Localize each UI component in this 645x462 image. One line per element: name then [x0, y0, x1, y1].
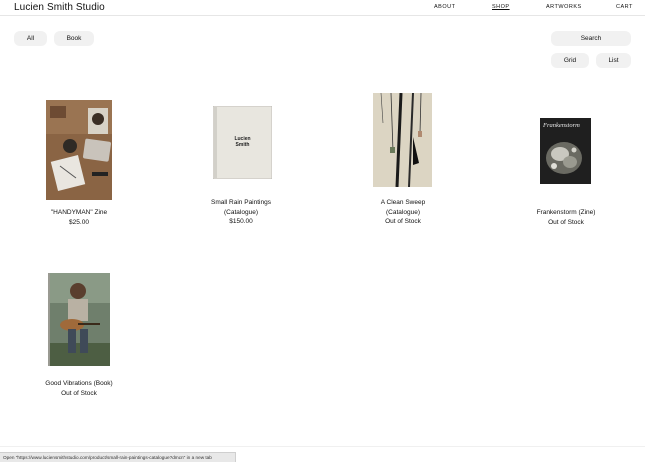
product-title: Small Rain Paintings [211, 199, 271, 206]
top-navigation-bar: Lucien Smith Studio ABOUT SHOP ARTWORKS … [0, 0, 645, 16]
handyman-zine-photo [46, 100, 112, 200]
a-clean-sweep-photo [373, 92, 432, 188]
product-title: Frankenstorm (Zine) [536, 209, 596, 216]
list-view-button[interactable]: List [596, 53, 631, 68]
product-info-good-vibrations[interactable]: Good Vibrations (Book) Out of Stock [14, 379, 144, 398]
footer-divider [0, 446, 645, 447]
product-image-handyman-zine[interactable] [46, 100, 112, 200]
search-button[interactable]: Search [551, 31, 631, 46]
good-vibrations-photo [48, 273, 110, 366]
filter-all-button[interactable]: All [14, 31, 47, 46]
product-image-a-clean-sweep[interactable] [373, 92, 432, 188]
product-price: $25.00 [69, 218, 89, 226]
product-image-small-rain-paintings[interactable]: Lucien Smith [212, 105, 273, 180]
product-status: Out of Stock [61, 389, 97, 397]
product-info-handyman[interactable]: "HANDYMAN" Zine $25.00 [14, 208, 144, 227]
nav-artworks[interactable]: ARTWORKS [546, 4, 582, 10]
product-subtitle: (Catalogue) [386, 208, 420, 216]
site-title[interactable]: Lucien Smith Studio [14, 2, 105, 13]
nav-about[interactable]: ABOUT [434, 4, 455, 10]
product-status: Out of Stock [385, 218, 421, 225]
product-info-small-rain[interactable]: Small Rain Paintings (Catalogue) $150.00 [176, 198, 306, 227]
cover-title: Frankenstorm [543, 122, 580, 129]
product-title: Good Vibrations (Book) [45, 380, 113, 387]
nav-shop[interactable]: SHOP [492, 4, 510, 10]
cover-title: Lucien Smith [234, 136, 251, 148]
product-status: Out of Stock [548, 218, 584, 226]
product-image-frankenstorm[interactable]: Frankenstorm [540, 118, 591, 184]
product-title: A Clean Sweep [380, 199, 426, 206]
product-price: $150.00 [229, 218, 253, 225]
product-title: "HANDYMAN" Zine [50, 209, 108, 216]
filter-book-button[interactable]: Book [54, 31, 94, 46]
product-info-a-clean-sweep[interactable]: A Clean Sweep (Catalogue) Out of Stock [338, 198, 468, 227]
nav-cart[interactable]: CART [616, 4, 633, 10]
product-info-frankenstorm[interactable]: Frankenstorm (Zine) Out of Stock [501, 208, 631, 227]
product-image-good-vibrations[interactable] [48, 273, 110, 366]
product-subtitle: (Catalogue) [224, 208, 258, 216]
grid-view-button[interactable]: Grid [551, 53, 589, 68]
